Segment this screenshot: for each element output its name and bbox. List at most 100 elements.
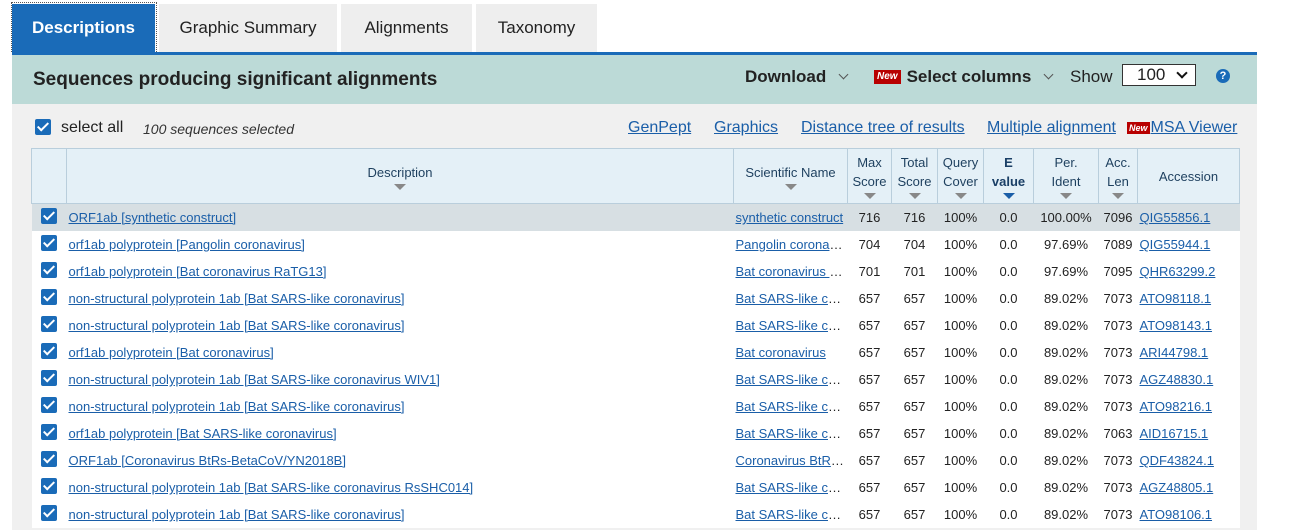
acc-len-cell: 7096 xyxy=(1098,203,1138,231)
column-header-per-ident[interactable]: Per. Ident xyxy=(1033,148,1099,204)
e-value-cell: 0.0 xyxy=(983,203,1034,231)
accession-link[interactable]: ATO98143.1 xyxy=(1140,318,1213,333)
description-link[interactable]: non-structural polyprotein 1ab [Bat SARS… xyxy=(69,372,440,387)
column-header-e-value[interactable]: Evalue xyxy=(983,148,1034,204)
row-checkbox[interactable] xyxy=(41,478,57,494)
row-checkbox[interactable] xyxy=(41,397,57,413)
scientific-name-link[interactable]: Bat SARS-like coronavirus xyxy=(736,318,848,333)
column-header-scientific-name[interactable]: Scientific Name xyxy=(733,148,848,204)
scientific-name-link[interactable]: Bat SARS-like coronavirus xyxy=(736,399,848,414)
description-link[interactable]: non-structural polyprotein 1ab [Bat SARS… xyxy=(69,318,405,333)
scientific-name-link[interactable]: Bat SARS-like coronavirus WIV1 xyxy=(736,372,848,387)
column-header-max-score[interactable]: Max Score xyxy=(847,148,892,204)
accession-link[interactable]: QIG55856.1 xyxy=(1140,210,1211,225)
accession-link[interactable]: ATO98118.1 xyxy=(1140,291,1212,306)
description-link[interactable]: orf1ab polyprotein [Bat SARS-like corona… xyxy=(69,426,337,441)
accession-link[interactable]: QIG55944.1 xyxy=(1140,237,1211,252)
max-score-cell: 716 xyxy=(847,203,892,231)
sort-arrow-icon xyxy=(908,193,921,199)
graphics-link[interactable]: Graphics xyxy=(714,119,778,137)
row-checkbox[interactable] xyxy=(41,316,57,332)
multiple-alignment-link[interactable]: Multiple alignment xyxy=(987,119,1116,137)
row-checkbox-cell xyxy=(31,366,67,393)
accession-cell: ATO98106.1 xyxy=(1137,501,1240,528)
row-checkbox-cell xyxy=(31,420,67,447)
distance-tree-link[interactable]: Distance tree of results xyxy=(801,119,965,137)
description-link[interactable]: ORF1ab [synthetic construct] xyxy=(69,210,237,225)
tab-alignments[interactable]: Alignments xyxy=(341,4,472,52)
per-ident-cell: 89.02% xyxy=(1033,474,1099,501)
description-link[interactable]: non-structural polyprotein 1ab [Bat SARS… xyxy=(69,291,405,306)
row-checkbox[interactable] xyxy=(41,262,57,278)
description-link[interactable]: non-structural polyprotein 1ab [Bat SARS… xyxy=(69,507,405,522)
tab-descriptions[interactable]: Descriptions xyxy=(12,4,155,52)
tab-taxonomy[interactable]: Taxonomy xyxy=(476,4,597,52)
query-cover-cell: 100% xyxy=(937,258,984,285)
tab-graphic-summary[interactable]: Graphic Summary xyxy=(159,4,337,52)
description-link[interactable]: orf1ab polyprotein [Bat coronavirus RaTG… xyxy=(69,264,327,279)
row-checkbox[interactable] xyxy=(41,451,57,467)
sort-arrow-icon xyxy=(954,193,967,199)
accession-cell: ARI44798.1 xyxy=(1137,339,1240,366)
genpept-link[interactable]: GenPept xyxy=(628,119,691,137)
msa-viewer-link[interactable]: New MSA Viewer xyxy=(1127,119,1237,137)
results-toolbar: select all 100 sequences selected GenPep… xyxy=(12,104,1257,148)
accession-link[interactable]: AID16715.1 xyxy=(1140,426,1209,441)
accession-link[interactable]: QHR63299.2 xyxy=(1140,264,1216,279)
scientific-name-link[interactable]: Coronavirus BtRs-BetaCoV/YN2018B xyxy=(736,453,848,468)
scientific-name-cell: Bat coronavirus xyxy=(733,339,848,366)
column-header-acc-len[interactable]: Acc. Len xyxy=(1098,148,1138,204)
max-score-cell: 657 xyxy=(847,285,892,312)
accession-link[interactable]: AGZ48805.1 xyxy=(1140,480,1214,495)
download-button[interactable]: Download xyxy=(745,67,849,87)
accession-link[interactable]: ATO98216.1 xyxy=(1140,399,1213,414)
scientific-name-link[interactable]: Pangolin coronavirus xyxy=(736,237,848,252)
scientific-name-link[interactable]: Bat SARS-like coronavirus RsSHC014 xyxy=(736,480,848,495)
scientific-name-link[interactable]: Bat SARS-like coronavirus xyxy=(736,291,848,306)
accession-link[interactable]: ARI44798.1 xyxy=(1140,345,1209,360)
accession-cell: QDF43824.1 xyxy=(1137,447,1240,474)
scientific-name-link[interactable]: Bat coronavirus RaTG13 xyxy=(736,264,848,279)
description-link[interactable]: orf1ab polyprotein [Bat coronavirus] xyxy=(69,345,274,360)
total-score-cell: 657 xyxy=(891,366,938,393)
scientific-name-link[interactable]: Bat coronavirus xyxy=(736,345,826,360)
row-checkbox[interactable] xyxy=(41,505,57,521)
scientific-name-link[interactable]: Bat SARS-like coronavirus xyxy=(736,426,848,441)
row-checkbox[interactable] xyxy=(41,208,57,224)
column-header-accession[interactable]: Accession xyxy=(1137,148,1240,204)
per-ident-cell: 89.02% xyxy=(1033,339,1099,366)
row-checkbox[interactable] xyxy=(41,235,57,251)
description-link[interactable]: ORF1ab [Coronavirus BtRs-BetaCoV/YN2018B… xyxy=(69,453,346,468)
accession-link[interactable]: AGZ48830.1 xyxy=(1140,372,1214,387)
per-ident-cell: 89.02% xyxy=(1033,393,1099,420)
accession-link[interactable]: ATO98106.1 xyxy=(1140,507,1213,522)
column-header-description[interactable]: Description xyxy=(66,148,734,204)
row-checkbox[interactable] xyxy=(41,343,57,359)
select-all-label[interactable]: select all xyxy=(61,119,123,137)
row-checkbox[interactable] xyxy=(41,289,57,305)
row-checkbox-cell xyxy=(31,339,67,366)
scientific-name-cell: Coronavirus BtRs-BetaCoV/YN2018B xyxy=(733,447,848,474)
description-link[interactable]: non-structural polyprotein 1ab [Bat SARS… xyxy=(69,480,474,495)
row-checkbox[interactable] xyxy=(41,424,57,440)
description-link[interactable]: non-structural polyprotein 1ab [Bat SARS… xyxy=(69,399,405,414)
download-label: Download xyxy=(745,67,827,86)
sort-arrow-icon xyxy=(1060,193,1072,199)
help-icon[interactable]: ? xyxy=(1216,69,1230,83)
accession-link[interactable]: QDF43824.1 xyxy=(1140,453,1214,468)
description-link[interactable]: orf1ab polyprotein [Pangolin coronavirus… xyxy=(69,237,305,252)
select-all-checkbox[interactable] xyxy=(35,119,51,135)
scientific-name-cell: Bat SARS-like coronavirus RsSHC014 xyxy=(733,474,848,501)
column-header-query-cover[interactable]: Query Cover xyxy=(937,148,984,204)
scientific-name-link[interactable]: Bat SARS-like coronavirus xyxy=(736,507,848,522)
show-count-select[interactable]: 100 xyxy=(1122,64,1196,86)
query-cover-cell: 100% xyxy=(937,366,984,393)
column-header-total-score[interactable]: Total Score xyxy=(891,148,938,204)
select-columns-button[interactable]: New Select columns xyxy=(874,67,1054,87)
results-table: Description Scientific Name Max Score Tot… xyxy=(31,148,1240,528)
scientific-name-link[interactable]: synthetic construct xyxy=(736,210,844,225)
e-value-cell: 0.0 xyxy=(983,393,1034,420)
acc-len-cell: 7073 xyxy=(1098,501,1138,528)
description-cell: non-structural polyprotein 1ab [Bat SARS… xyxy=(66,366,734,393)
row-checkbox[interactable] xyxy=(41,370,57,386)
